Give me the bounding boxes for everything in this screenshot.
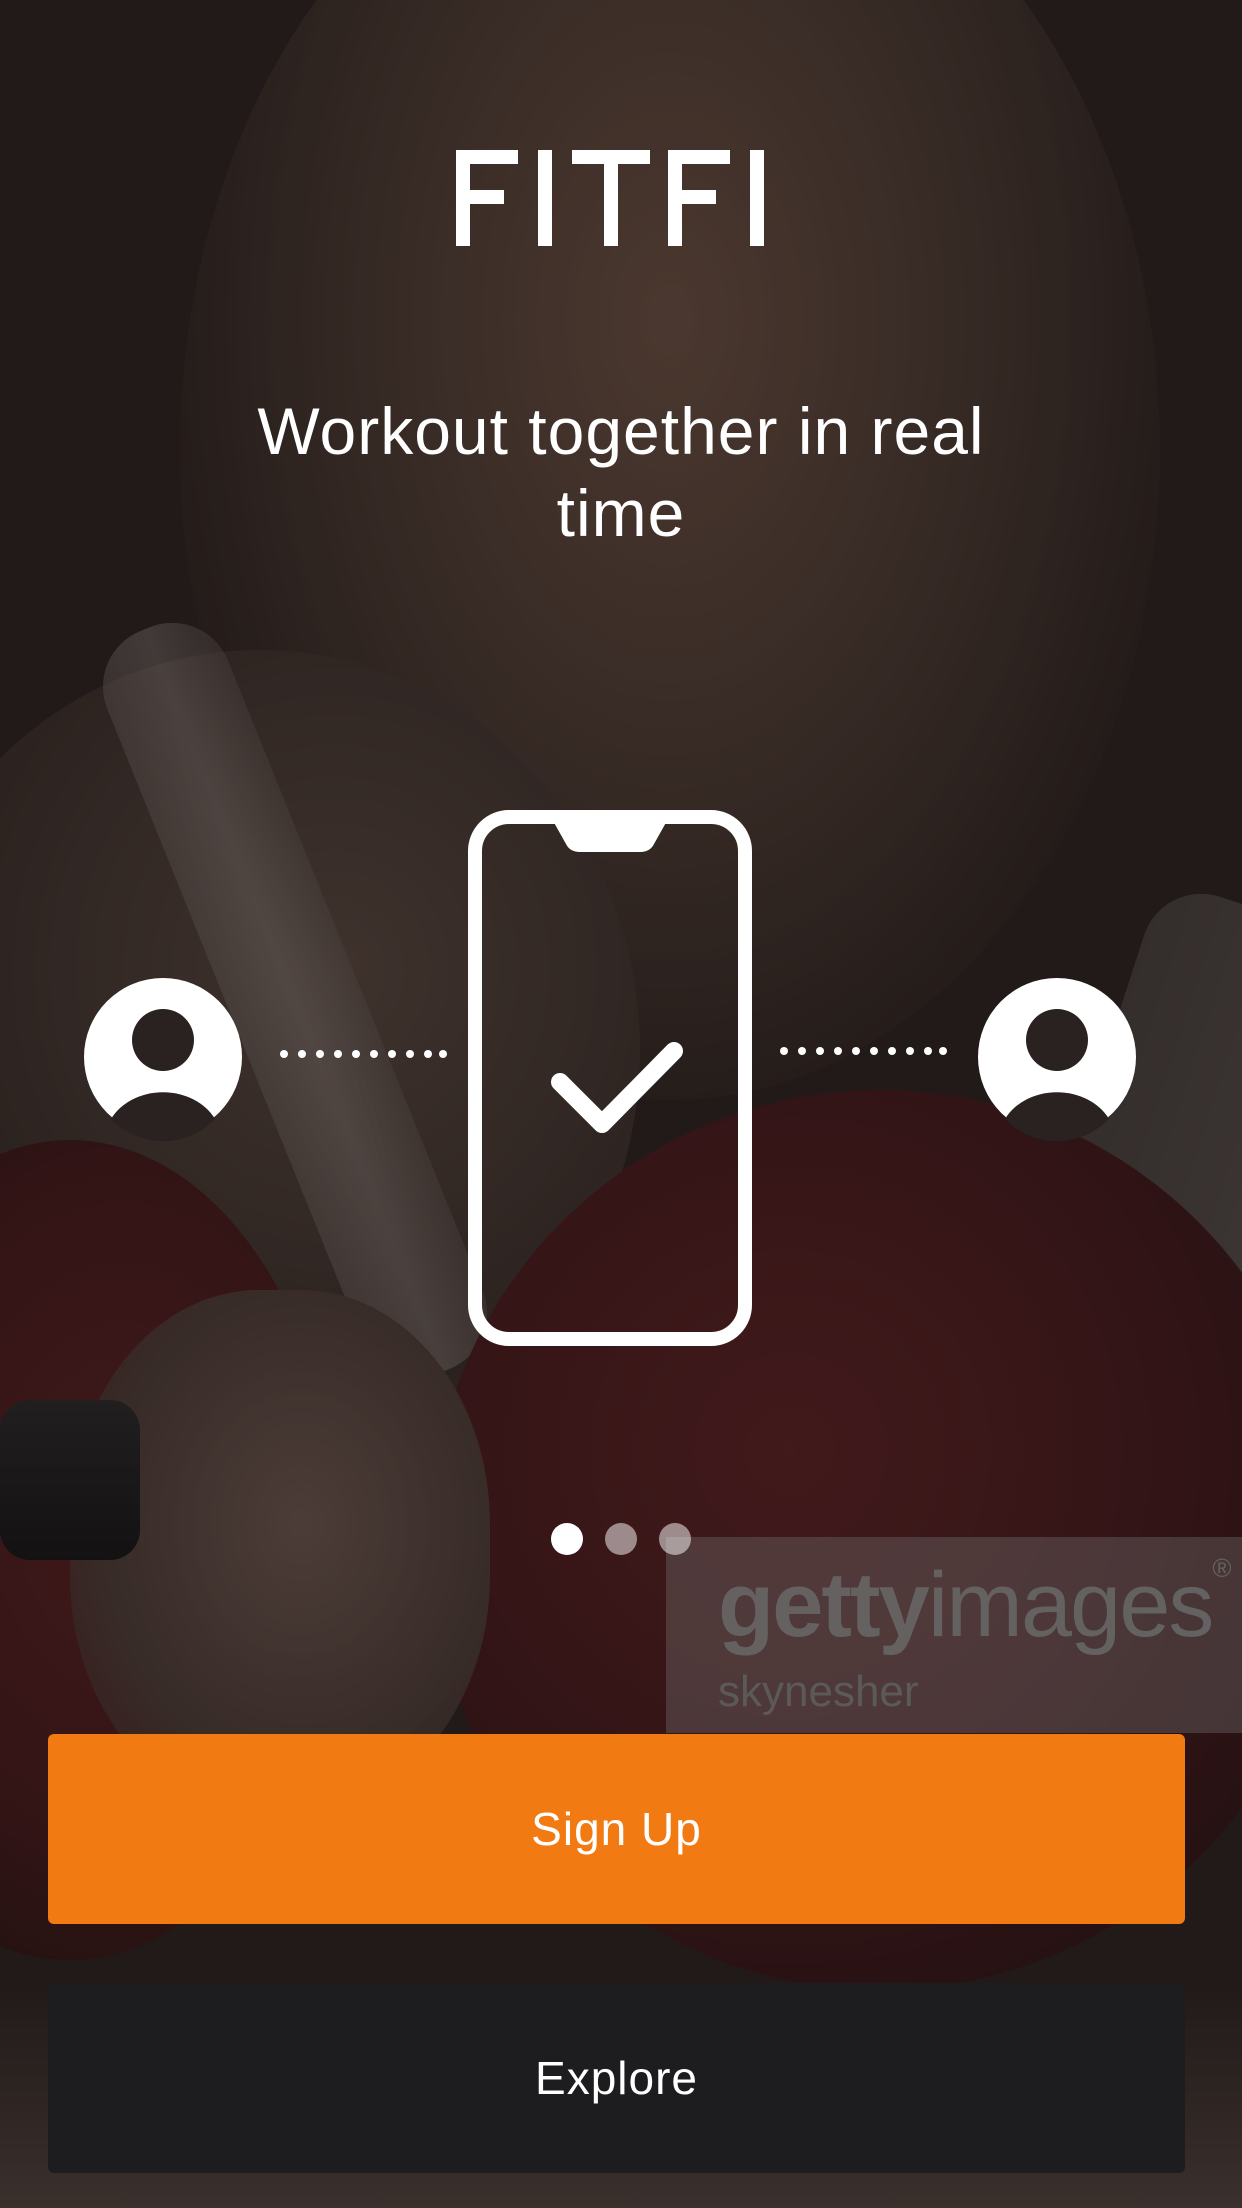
smartphone-icon: [468, 810, 752, 1346]
checkmark-icon: [551, 1042, 683, 1133]
workout-together-illustration: [84, 810, 1136, 1346]
page-indicator: [0, 1523, 1242, 1555]
page-dot[interactable]: [605, 1523, 637, 1555]
dotted-connector: [280, 1050, 447, 1058]
page-dot[interactable]: [659, 1523, 691, 1555]
sign-up-button[interactable]: Sign Up: [48, 1734, 1185, 1924]
user-avatar-icon: [978, 978, 1136, 1142]
watermark-brand: gettyimages®: [718, 1553, 1232, 1656]
explore-button[interactable]: Explore: [48, 1983, 1185, 2173]
watermark-credit: skynesher: [718, 1667, 919, 1716]
user-avatar-icon: [84, 978, 242, 1142]
getty-images-watermark: gettyimages® skynesher: [666, 1537, 1242, 1733]
dotted-connector: [780, 1047, 947, 1055]
onboarding-screen: Workout together in real time gettyimage…: [0, 0, 1242, 2208]
page-dot-active[interactable]: [551, 1523, 583, 1555]
